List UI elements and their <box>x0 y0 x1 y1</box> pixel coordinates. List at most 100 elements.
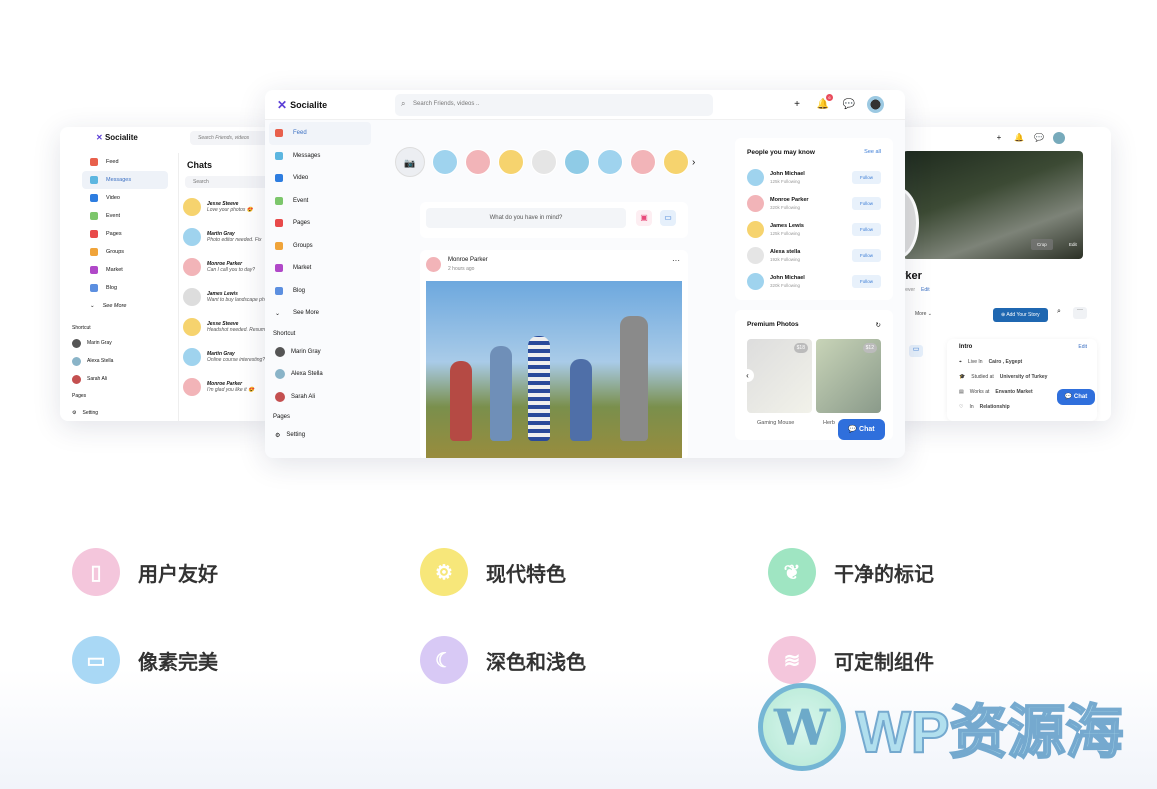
more-options-icon[interactable]: ··· <box>672 256 680 265</box>
video-icon[interactable]: ▭ <box>909 345 923 357</box>
bell-icon[interactable]: 🔔 <box>1011 130 1027 146</box>
nav-groups[interactable]: Groups <box>82 243 168 261</box>
feed-window-preview: ✕Socialite Search Friends, videos .. + 🔔… <box>265 90 905 458</box>
setting-link[interactable]: ⚙ Setting <box>72 404 113 421</box>
follow-button[interactable]: Follow <box>851 248 881 262</box>
chat-item[interactable]: Jesse Steeve Headshot needed. Resume, <box>179 312 272 342</box>
gear-icon: ⚙ <box>72 410 77 416</box>
bell-icon[interactable]: 🔔 6 <box>815 94 833 113</box>
shortcut-item[interactable]: Marin Gray <box>269 341 371 364</box>
chat-avatar <box>183 318 201 336</box>
more-dropdown[interactable]: More ⌄ <box>915 311 932 317</box>
person-name[interactable]: John Michael <box>770 275 805 281</box>
see-all-link[interactable]: See all <box>864 149 881 156</box>
nav-blog[interactable]: Blog <box>269 280 371 303</box>
person-name[interactable]: James Lewis <box>770 223 804 229</box>
message-icon[interactable]: 💬 <box>841 97 857 113</box>
setting-link[interactable]: ⚙ Setting <box>269 424 371 447</box>
person-avatar[interactable] <box>747 220 764 238</box>
chat-item[interactable]: James Lewis Want to buy landscape pho <box>179 282 272 312</box>
user-avatar[interactable] <box>867 96 884 113</box>
crop-button[interactable]: Crop <box>1031 239 1053 250</box>
nav-messages[interactable]: Messages <box>269 145 371 168</box>
nav-blog[interactable]: Blog <box>82 279 168 297</box>
story-avatar[interactable] <box>564 149 590 175</box>
nav-feed[interactable]: Feed <box>269 122 371 145</box>
story-avatar[interactable] <box>663 149 689 175</box>
add-story-button[interactable]: ⊕ Add Your Story <box>993 308 1048 322</box>
person-item: John Michael 125k Following Follow <box>735 164 893 190</box>
chat-button[interactable]: 💬 Chat <box>838 419 885 440</box>
intro-item: 🎓 Studied at University of Turkey <box>959 373 1048 380</box>
follow-button[interactable]: Follow <box>851 222 881 236</box>
person-avatar[interactable] <box>747 272 764 290</box>
story-avatar[interactable] <box>498 149 524 175</box>
nav-feed[interactable]: Feed <box>82 153 168 171</box>
post-author[interactable]: Monroe Parker <box>448 257 488 263</box>
chevron-left-icon[interactable]: ‹ <box>741 369 754 382</box>
nav-event[interactable]: Event <box>269 190 371 213</box>
message-icon[interactable]: 💬 <box>1031 130 1047 146</box>
search-icon[interactable]: ⌕ <box>1057 308 1061 316</box>
search-input[interactable]: Search Friends, videos <box>190 131 272 145</box>
story-avatar[interactable] <box>630 149 656 175</box>
story-avatar[interactable] <box>432 149 458 175</box>
intro-edit-link[interactable]: Edit <box>1078 344 1087 350</box>
nav-pages[interactable]: Pages <box>82 225 168 243</box>
photo-item[interactable]: $18 <box>747 339 812 413</box>
nav-event[interactable]: Event <box>82 207 168 225</box>
chevron-right-icon[interactable]: › <box>692 157 695 168</box>
more-options-icon[interactable]: ··· <box>1073 307 1087 319</box>
follow-button[interactable]: Follow <box>851 196 881 210</box>
photo-item[interactable]: $12 <box>816 339 881 413</box>
person-name[interactable]: John Michael <box>770 171 805 177</box>
person-name[interactable]: Monroe Parker <box>770 197 809 203</box>
chat-item[interactable]: Martin GrayOnline course interesting? 🎓0… <box>179 342 272 372</box>
chat-item[interactable]: Monroe Parker Can I call you to day? <box>179 252 272 282</box>
edit-cover-button[interactable]: Edit <box>1063 239 1083 250</box>
nav-market[interactable]: Market <box>269 257 371 280</box>
story-avatar[interactable] <box>465 149 491 175</box>
person-avatar[interactable] <box>747 194 764 212</box>
avatar[interactable] <box>1053 132 1065 144</box>
chat-item[interactable]: Martin Gray Photo editor needed. Fix <box>179 222 272 252</box>
edit-link[interactable]: Edit <box>921 287 930 293</box>
nav-groups[interactable]: Groups <box>269 235 371 258</box>
add-icon[interactable]: + <box>991 130 1007 146</box>
person-avatar[interactable] <box>747 168 764 186</box>
person-following: 320k Following <box>770 204 801 210</box>
nav-market[interactable]: Market <box>82 261 168 279</box>
story-avatar[interactable] <box>597 149 623 175</box>
nav-pages[interactable]: Pages <box>269 212 371 235</box>
follow-button[interactable]: Follow <box>851 274 881 288</box>
shortcut-item[interactable]: Marin Gray <box>72 334 113 352</box>
person-avatar[interactable] <box>747 246 764 264</box>
chat-search-input[interactable]: Search <box>185 176 272 188</box>
image-icon[interactable]: ▣ <box>636 210 652 226</box>
nav-messages[interactable]: Messages <box>82 171 168 189</box>
nav-see-more[interactable]: ⌄ See More <box>269 302 371 325</box>
person-name[interactable]: Alexa stella <box>770 249 800 255</box>
search-input[interactable]: Search Friends, videos .. <box>395 94 713 116</box>
chat-item[interactable]: Monroe ParkerI'm glad you like it 😍06 <box>179 372 272 402</box>
nav-video[interactable]: Video <box>269 167 371 190</box>
refresh-icon[interactable]: ↻ <box>876 321 881 329</box>
shortcut-item[interactable]: Alexa Stella <box>72 352 113 370</box>
story-avatar[interactable] <box>531 149 557 175</box>
people-title: People you may know <box>747 149 815 156</box>
nav-see-more[interactable]: ⌄ See More <box>82 297 168 315</box>
add-icon[interactable]: + <box>789 97 805 113</box>
nav-video[interactable]: Video <box>82 189 168 207</box>
top-bar: ✕Socialite Search Friends, videos .. + 🔔… <box>265 90 905 120</box>
follow-button[interactable]: Follow <box>851 170 881 184</box>
chat-item[interactable]: Jesse Steeve Love your photos 😍 <box>179 192 272 222</box>
chat-button[interactable]: 💬 Chat <box>1057 389 1095 405</box>
shortcut-item[interactable]: Sarah Ali <box>269 386 371 409</box>
shortcut-item[interactable]: Sarah Ali <box>72 370 113 388</box>
post-author-avatar[interactable] <box>426 257 441 272</box>
sidebar-nav: Feed Messages Video Event Pages Groups M… <box>269 122 371 447</box>
video-icon[interactable]: ▭ <box>660 210 676 226</box>
shortcut-item[interactable]: Alexa Stella <box>269 363 371 386</box>
compose-input[interactable]: What do you have in mind? <box>426 208 626 228</box>
camera-icon[interactable]: 📷 <box>395 147 425 177</box>
